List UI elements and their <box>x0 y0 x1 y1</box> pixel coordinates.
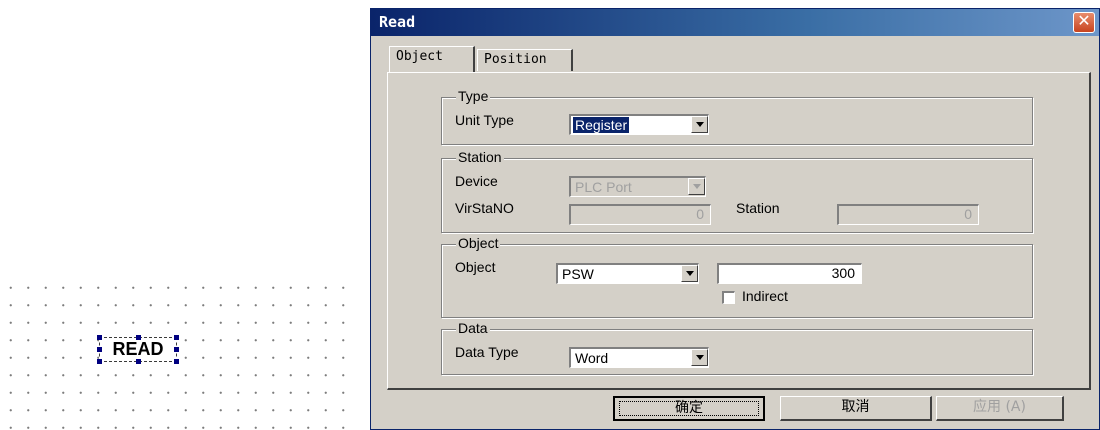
chevron-down-icon[interactable] <box>681 265 698 282</box>
apply-button: 应用 (A) <box>936 396 1064 421</box>
unit-type-value: Register <box>573 117 630 133</box>
close-button[interactable]: ✕ <box>1073 12 1095 33</box>
group-station-legend: Station <box>456 149 504 165</box>
dialog-title: Read <box>379 13 416 31</box>
design-canvas[interactable]: READ <box>0 0 370 430</box>
resize-handle-left[interactable] <box>97 347 102 352</box>
group-object-legend: Object <box>456 235 501 251</box>
group-data-legend: Data <box>456 320 490 336</box>
virstano-label: VirStaNO <box>455 200 514 216</box>
data-type-label: Data Type <box>455 344 519 360</box>
tab-position[interactable]: Position <box>477 49 573 71</box>
group-data: Data Data Type Word <box>441 320 1033 375</box>
unit-type-label: Unit Type <box>455 112 514 128</box>
device-label: Device <box>455 173 498 189</box>
object-address-field[interactable]: 300 <box>717 263 862 284</box>
indirect-checkbox[interactable] <box>722 291 735 304</box>
indirect-label: Indirect <box>742 288 788 304</box>
tab-object[interactable]: Object <box>389 46 475 72</box>
device-select: PLC Port <box>569 176 706 197</box>
chevron-down-icon[interactable] <box>691 349 708 366</box>
read-object[interactable]: READ <box>97 335 179 364</box>
cancel-button[interactable]: 取消 <box>780 396 932 421</box>
device-value: PLC Port <box>575 179 632 195</box>
ok-button[interactable]: 确定 <box>613 396 765 421</box>
resize-handle-top[interactable] <box>136 335 141 340</box>
object-select[interactable]: PSW <box>556 263 699 284</box>
resize-handle-top-right[interactable] <box>174 335 179 340</box>
resize-handle-bottom-left[interactable] <box>97 359 102 364</box>
resize-handle-right[interactable] <box>174 347 179 352</box>
group-type-legend: Type <box>456 88 491 104</box>
station-label: Station <box>736 200 780 216</box>
chevron-down-icon[interactable] <box>691 116 708 133</box>
group-object: Object Object PSW 300 Indirect <box>441 235 1033 318</box>
data-type-value: Word <box>575 350 609 366</box>
data-type-select[interactable]: Word <box>569 347 709 368</box>
read-object-label: READ <box>112 339 164 359</box>
chevron-down-icon <box>688 178 705 195</box>
read-dialog: Read ✕ Object Position Type Unit Type Re… <box>370 8 1100 430</box>
tab-panel-object: Type Unit Type Register Station Device P… <box>387 72 1091 390</box>
object-value: PSW <box>562 266 594 282</box>
virstano-field: 0 <box>569 204 711 225</box>
group-type: Type Unit Type Register <box>441 88 1033 145</box>
resize-handle-bottom-right[interactable] <box>174 359 179 364</box>
resize-handle-bottom[interactable] <box>136 359 141 364</box>
group-station: Station Device PLC Port VirStaNO 0 Stati… <box>441 149 1033 233</box>
unit-type-select[interactable]: Register <box>569 114 709 135</box>
station-field: 0 <box>837 204 979 225</box>
title-bar[interactable]: Read ✕ <box>371 9 1099 36</box>
resize-handle-top-left[interactable] <box>97 335 102 340</box>
close-icon: ✕ <box>1077 13 1091 30</box>
object-label: Object <box>455 259 496 275</box>
